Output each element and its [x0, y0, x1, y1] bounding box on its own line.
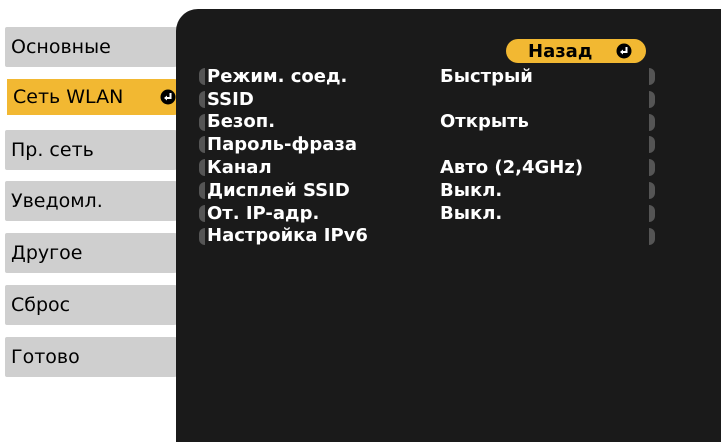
setting-label: Пароль-фраза — [207, 134, 357, 156]
sidebar-item-done[interactable]: Готово — [5, 337, 188, 377]
setting-row-ip-display[interactable]: От. IP-адр. Выкл. — [199, 202, 655, 225]
sidebar-item-reset[interactable]: Сброс — [5, 285, 188, 325]
sidebar-item-wired-network[interactable]: Пр. сеть — [5, 130, 188, 170]
setting-label: Режим. соед. — [207, 65, 348, 87]
setting-row-security[interactable]: Безоп. Открыть — [199, 111, 655, 134]
sidebar-item-label: Другое — [11, 242, 83, 264]
enter-icon — [616, 43, 632, 59]
sidebar-item-notifications[interactable]: Уведомл. — [5, 181, 188, 221]
setting-row-connection-mode[interactable]: Режим. соед. Быстрый — [199, 65, 655, 88]
sidebar: Основные Сеть WLAN Пр. сеть Уведомл. Дру… — [0, 0, 200, 445]
sidebar-item-other[interactable]: Другое — [5, 233, 188, 273]
back-button[interactable]: Назад — [506, 39, 646, 63]
setting-label: Дисплей SSID — [207, 179, 350, 201]
setting-value: Выкл. — [440, 179, 503, 201]
setting-row-ipv6[interactable]: Настройка IPv6 — [199, 225, 655, 248]
setting-value: Выкл. — [440, 202, 503, 224]
setting-value: Быстрый — [440, 65, 533, 87]
sidebar-item-label: Сеть WLAN — [13, 86, 124, 108]
sidebar-item-label: Уведомл. — [11, 190, 103, 212]
setting-row-channel[interactable]: Канал Авто (2,4GHz) — [199, 156, 655, 179]
settings-panel: Назад Режим. соед. Быстрый SSID Безоп. О… — [176, 9, 721, 442]
sidebar-item-label: Пр. сеть — [11, 139, 94, 161]
sidebar-item-basic[interactable]: Основные — [5, 27, 188, 67]
setting-row-ssid-display[interactable]: Дисплей SSID Выкл. — [199, 179, 655, 202]
settings-list: Режим. соед. Быстрый SSID Безоп. Открыть… — [199, 65, 655, 248]
setting-label: От. IP-адр. — [207, 202, 320, 224]
sidebar-item-label: Готово — [11, 346, 80, 368]
setting-value: Открыть — [440, 111, 529, 133]
projector-menu-screen: Основные Сеть WLAN Пр. сеть Уведомл. Дру… — [0, 0, 725, 445]
back-button-label: Назад — [528, 40, 593, 62]
setting-label: Настройка IPv6 — [207, 225, 368, 247]
setting-label: SSID — [207, 88, 254, 110]
setting-row-ssid[interactable]: SSID — [199, 88, 655, 111]
setting-value: Авто (2,4GHz) — [440, 157, 584, 179]
sidebar-item-label: Сброс — [11, 294, 71, 316]
sidebar-item-label: Основные — [11, 36, 111, 58]
sidebar-item-wlan[interactable]: Сеть WLAN — [5, 77, 188, 117]
setting-label: Безоп. — [207, 111, 276, 133]
setting-row-passphrase[interactable]: Пароль-фраза — [199, 133, 655, 156]
setting-label: Канал — [207, 157, 272, 179]
enter-icon — [160, 89, 176, 105]
